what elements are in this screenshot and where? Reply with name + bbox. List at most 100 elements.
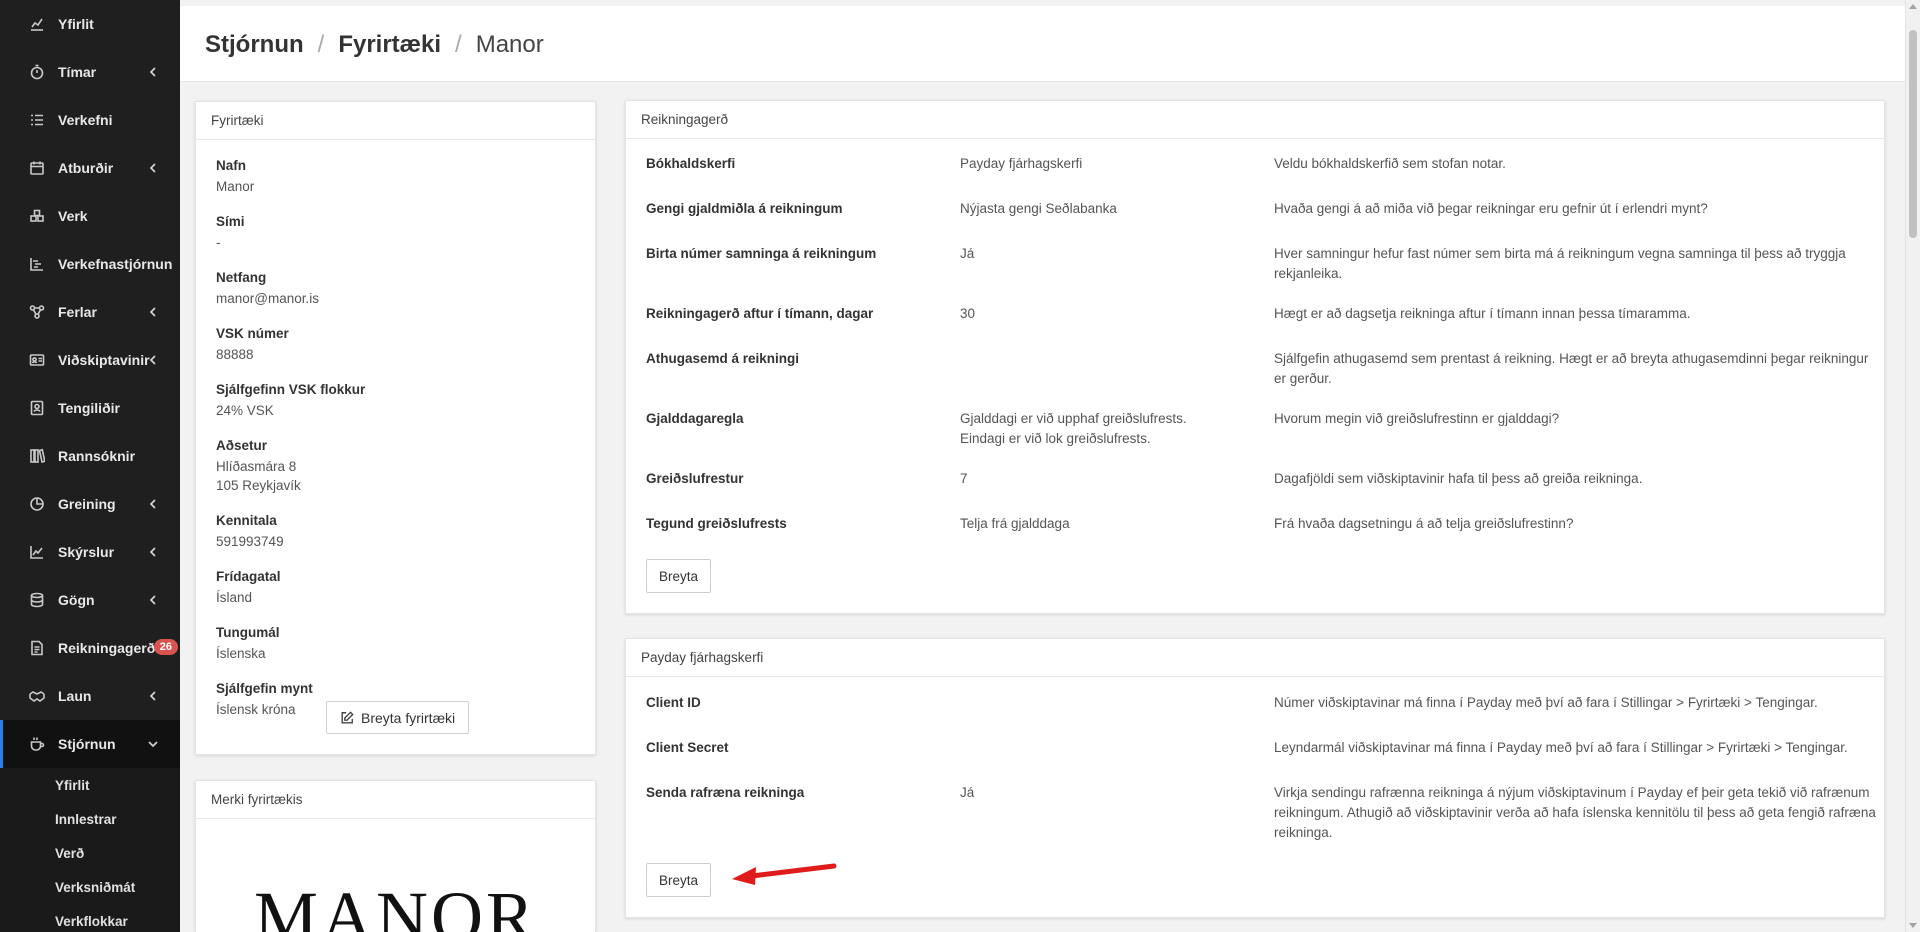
chevron-down-icon [146,737,160,751]
sidebar-item-gogn[interactable]: Gögn [0,576,180,624]
chart-line-icon [28,15,46,33]
field-label: Nafn [216,158,246,173]
subnav-item-yfirlit[interactable]: Yfirlit [0,768,180,802]
company-logo-card: Merki fyrirtækis MANOR [195,780,596,932]
setting-value: 7 [960,471,968,486]
sidebar-item-verkefni[interactable]: Verkefni [0,96,180,144]
setting-desc: Frá hvaða dagsetningu á að telja greiðsl… [1274,516,1574,531]
chevron-left-icon [146,497,160,511]
field-label: Sími [216,214,245,229]
chevron-left-icon [146,353,160,367]
sidebar-item-skyrslur[interactable]: Skýrslur [0,528,180,576]
invoicing-settings-card: Reikningagerð Bókhaldskerfi Payday fjárha… [625,100,1885,614]
id-card-icon [28,351,46,369]
contact-icon [28,399,46,417]
sidebar-item-label: Stjórnun [58,736,116,752]
chevron-left-icon [146,593,160,607]
calendar-icon [28,159,46,177]
edit-icon [341,710,354,724]
sidebar-item-stjornun[interactable]: Stjórnun [0,720,180,768]
field-value: 88888 [216,347,254,362]
field-label: Sjálfgefin mynt [216,681,313,696]
field-value: 591993749 [216,534,284,549]
setting-value: 30 [960,306,976,321]
setting-label: Gengi gjaldmiðla á reikningum [646,201,843,216]
setting-desc: Veldu bókhaldskerfið sem stofan notar. [1274,156,1506,171]
company-field-tungumal: Tungumál Íslenska [196,625,595,663]
setting-desc: Hvaða gengi á að miða við þegar reikning… [1274,201,1708,216]
subnav-item-innlestrar[interactable]: Innlestrar [0,802,180,836]
breadcrumb: Stjórnun / Fyrirtæki / Manor [205,31,544,59]
setting-desc: Virkja sendingu rafrænna reikninga á nýj… [1274,785,1876,840]
sidebar-item-label: Gögn [58,592,95,608]
sidebar-item-vidskiptavinir[interactable]: Viðskiptavinir [0,336,180,384]
edit-company-button[interactable]: Breyta fyrirtæki [326,701,470,734]
sidebar-item-yfirlit[interactable]: Yfirlit [0,0,180,48]
breadcrumb-stjornun[interactable]: Stjórnun [205,31,304,59]
sidebar-item-timar[interactable]: Tímar [0,48,180,96]
sidebar-item-greining[interactable]: Greining [0,480,180,528]
field-value: Manor [216,179,255,194]
chevron-left-icon [146,65,160,79]
sidebar-item-laun[interactable]: Laun [0,672,180,720]
logo-card-header: Merki fyrirtækis [196,781,595,819]
sidebar-item-label: Verk [58,208,88,224]
setting-value: Já [960,785,975,800]
sidebar-item-label: Greining [58,496,116,512]
company-field-simi: Sími - [196,214,595,252]
field-value: Íslenska [216,646,266,661]
setting-desc: Hvorum megin við greiðslufrestinn er gja… [1274,411,1560,426]
scroll-down-arrow-icon[interactable] [1909,923,1917,928]
setting-label: Gjalddagaregla [646,411,744,426]
sidebar-item-label: Reikningagerð [58,640,156,656]
sidebar-item-verkefnastjornun[interactable]: Verkefnastjórnun [0,240,180,288]
setting-label: Senda rafræna reikninga [646,785,805,800]
stopwatch-icon [28,63,46,81]
subnav-item-verd[interactable]: Verð [0,836,180,870]
subnav-item-verksnidmat[interactable]: Verksniðmát [0,870,180,904]
field-label: Frídagatal [216,569,281,584]
sidebar: Yfirlit Tímar Verkefni Atburðir Verk Verkefna… [0,0,180,932]
scroll-up-arrow-icon[interactable] [1909,4,1917,9]
setting-desc: Dagafjöldi sem viðskiptavinir hafa til þ… [1274,471,1643,486]
edit-company-label: Breyta fyrirtæki [361,709,456,726]
subnav-item-verkflokkar[interactable]: Verkflokkar [0,904,180,932]
company-field-kennitala: Kennitala 591993749 [196,513,595,551]
scrollbar-thumb[interactable] [1909,30,1917,238]
sidebar-item-ferlar[interactable]: Ferlar [0,288,180,336]
field-label: Aðsetur [216,438,268,453]
sidebar-item-reikningagerd[interactable]: Reikningagerð 26 [0,624,180,672]
field-value: - [216,235,221,250]
field-label: VSK númer [216,326,289,341]
company-card: Fyrirtæki Nafn Manor Sími - Netfang manor@man… [195,101,596,755]
payday-edit-button[interactable]: Breyta [646,863,712,897]
page-scrollbar[interactable] [1905,0,1920,932]
database-icon [28,591,46,609]
setting-value: Gjalddagi er við upphaf greiðslufrests. … [960,411,1187,446]
subnav: Yfirlit Innlestrar Verð Verksniðmát Verkflok… [0,768,180,932]
sidebar-item-atburdir[interactable]: Atburðir [0,144,180,192]
company-field-adsetur: Aðsetur Hlíðasmára 8 105 Reykjavík [196,438,595,495]
chevron-left-icon [146,305,160,319]
sidebar-item-rannsoknir[interactable]: Rannsóknir [0,432,180,480]
gantt-icon [28,255,46,273]
setting-label: Reikningagerð aftur í tímann, dagar [646,306,874,321]
setting-label: Bókhaldskerfi [646,156,736,171]
setting-value: Payday fjárhagskerfi [960,156,1083,171]
sidebar-item-label: Rannsóknir [58,448,136,464]
setting-desc: Hver samningur hefur fast númer sem birt… [1274,246,1846,281]
topbar: Stjórnun / Fyrirtæki / Manor [180,0,1905,82]
breadcrumb-fyrirtaeki[interactable]: Fyrirtæki [338,31,441,59]
breadcrumb-current: Manor [475,31,544,58]
sidebar-item-verk[interactable]: Verk [0,192,180,240]
breadcrumb-separator: / [317,31,325,58]
sidebar-item-label: Tímar [58,64,97,80]
sidebar-item-tengilidir[interactable]: Tengiliðir [0,384,180,432]
company-field-nafn: Nafn Manor [196,158,595,196]
invoicing-edit-button[interactable]: Breyta [646,559,712,593]
field-value: manor@manor.is [216,291,319,306]
chevron-left-icon [146,545,160,559]
sidebar-item-label: Atburðir [58,160,114,176]
boxes-icon [28,207,46,225]
company-field-fridagatal: Frídagatal Ísland [196,569,595,607]
